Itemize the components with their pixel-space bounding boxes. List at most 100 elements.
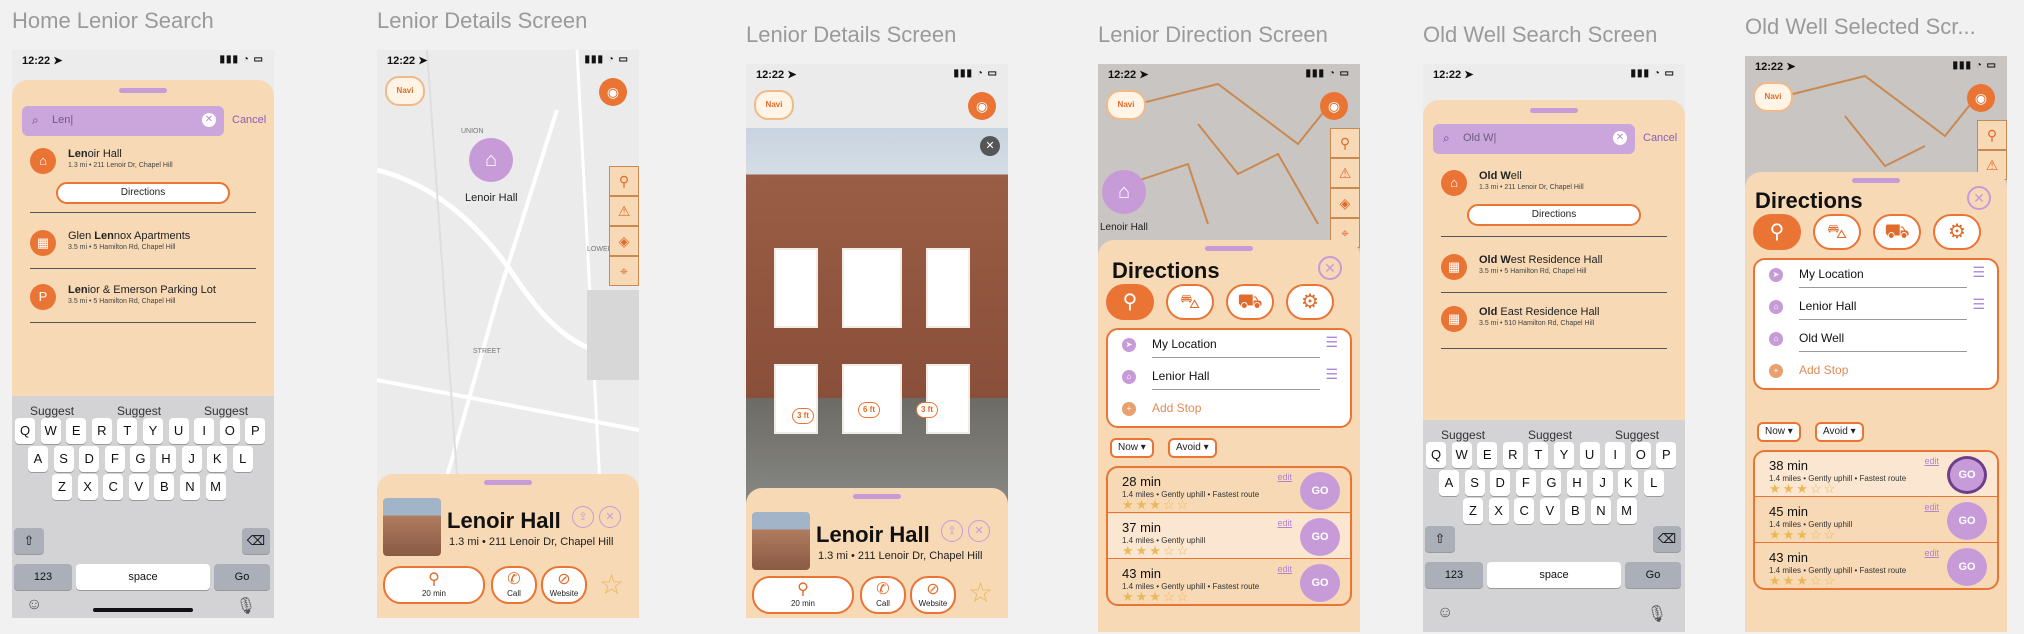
sheet-handle[interactable] (1852, 178, 1900, 183)
key-d[interactable]: D (1490, 470, 1511, 496)
space-key[interactable]: space (76, 564, 210, 590)
avoid-dropdown[interactable]: Avoid ▾ (1168, 438, 1217, 458)
emoji-icon[interactable]: ☺ (26, 596, 42, 614)
website-button[interactable]: ⊘ Website (541, 566, 587, 604)
key-i[interactable]: I (194, 418, 215, 444)
edit-link[interactable]: edit (1924, 548, 1939, 558)
key-r[interactable]: R (91, 418, 112, 444)
edit-link[interactable]: edit (1924, 502, 1939, 512)
time-dropdown[interactable]: Now ▾ (1757, 422, 1801, 442)
key-x[interactable]: X (77, 474, 98, 500)
go-button[interactable]: GO (1300, 518, 1340, 556)
key-d[interactable]: D (79, 446, 100, 472)
list-item[interactable]: ⌂ Lenoir Hall 1.3 mi • 211 Lenoir Dr, Ch… (30, 148, 256, 178)
route-option[interactable]: 38 min 1.4 miles • Gently uphill • Faste… (1755, 452, 1997, 497)
key-c[interactable]: C (103, 474, 124, 500)
walk-mode-button[interactable]: ⚲ (1753, 214, 1801, 250)
edit-link[interactable]: edit (1277, 472, 1292, 482)
route-option[interactable]: 28 min 1.4 miles • Gently uphill • Faste… (1108, 468, 1350, 513)
key-e[interactable]: E (1477, 442, 1498, 468)
clear-icon[interactable]: ✕ (202, 113, 216, 127)
close-icon[interactable]: ✕ (1318, 256, 1342, 280)
add-stop-button[interactable]: Add Stop (1152, 396, 1320, 422)
go-key[interactable]: Go (214, 564, 270, 590)
list-item[interactable]: ⌂ Old Well 1.3 mi • 211 Lenoir Dr, Chape… (1441, 170, 1667, 200)
key-l[interactable]: L (1643, 470, 1664, 496)
sheet-handle[interactable] (1530, 108, 1578, 113)
walk-icon[interactable]: ⚲ (1330, 128, 1360, 158)
bus-mode-button[interactable]: ⛟ (1873, 214, 1921, 250)
building-pin-icon[interactable]: ⌂ (1102, 170, 1146, 214)
profile-icon[interactable]: ◉ (1320, 92, 1348, 120)
go-button[interactable]: GO (1300, 564, 1340, 602)
microphone-icon[interactable]: 🎙 (1647, 604, 1667, 624)
profile-icon[interactable]: ◉ (968, 92, 996, 120)
suggestion[interactable]: Suggest (204, 404, 248, 418)
reorder-icon[interactable]: ☰ (1325, 366, 1338, 383)
list-item[interactable]: ▦ Old East Residence Hall 3.5 mi • 510 H… (1441, 306, 1667, 336)
stop-row[interactable]: Old Well (1799, 326, 1967, 352)
list-item[interactable]: P Lenior & Emerson Parking Lot 3.5 mi • … (30, 284, 256, 314)
car-mode-button[interactable]: ⛍ (1813, 214, 1861, 250)
stop-row[interactable]: Lenior Hall (1152, 364, 1320, 390)
key-m[interactable]: M (205, 474, 226, 500)
share-icon[interactable]: ⇪ (572, 506, 594, 528)
route-option[interactable]: 43 min 1.4 miles • Gently uphill • Faste… (1755, 544, 1997, 588)
route-option[interactable]: 37 min 1.4 miles • Gently uphill ★★★☆☆ e… (1108, 514, 1350, 559)
key-h[interactable]: H (156, 446, 176, 472)
warning-icon[interactable]: ⚠ (1330, 158, 1360, 188)
suggestion[interactable]: Suggest (1615, 428, 1659, 442)
edit-link[interactable]: edit (1924, 456, 1939, 466)
go-button[interactable]: GO (1300, 472, 1340, 510)
bike-mode-button[interactable]: ⚙ (1286, 284, 1334, 320)
walk-icon[interactable]: ⚲ (1977, 120, 2007, 150)
profile-icon[interactable]: ◉ (599, 78, 627, 106)
suggestion[interactable]: Suggest (1441, 428, 1485, 442)
key-l[interactable]: L (232, 446, 253, 472)
search-input[interactable]: ⌕ Old W| ✕ (1433, 124, 1635, 154)
sheet-handle[interactable] (853, 494, 901, 499)
suggestion[interactable]: Suggest (117, 404, 161, 418)
go-button[interactable]: GO (1947, 456, 1987, 494)
numbers-key[interactable]: 123 (14, 564, 72, 590)
clear-icon[interactable]: ✕ (1613, 131, 1627, 145)
key-g[interactable]: G (130, 446, 151, 472)
go-key[interactable]: Go (1625, 562, 1681, 588)
key-p[interactable]: P (1656, 442, 1677, 468)
shift-key[interactable]: ⇧ (14, 528, 44, 554)
walk-time-button[interactable]: ⚲ 20 min (752, 576, 854, 614)
key-f[interactable]: F (1515, 470, 1536, 496)
key-k[interactable]: K (207, 446, 228, 472)
microphone-icon[interactable]: 🎙 (236, 596, 256, 616)
key-z[interactable]: Z (1463, 498, 1483, 524)
bus-mode-button[interactable]: ⛟ (1226, 284, 1274, 320)
place-thumbnail[interactable] (752, 512, 810, 570)
key-f[interactable]: F (104, 446, 125, 472)
go-button[interactable]: GO (1947, 548, 1987, 586)
call-button[interactable]: ✆ Call (491, 566, 537, 604)
key-q[interactable]: Q (1426, 442, 1446, 468)
key-z[interactable]: Z (52, 474, 72, 500)
key-v[interactable]: V (128, 474, 149, 500)
walk-time-button[interactable]: ⚲ 20 min (383, 566, 485, 604)
search-input[interactable]: ⌕ Len| ✕ (22, 106, 224, 136)
key-s[interactable]: S (1464, 470, 1485, 496)
key-j[interactable]: J (181, 446, 202, 472)
avoid-dropdown[interactable]: Avoid ▾ (1815, 422, 1864, 442)
key-e[interactable]: E (66, 418, 87, 444)
numbers-key[interactable]: 123 (1425, 562, 1483, 588)
directions-button[interactable]: Directions (1467, 204, 1641, 226)
layers-icon[interactable]: ◈ (1330, 188, 1360, 218)
sheet-handle[interactable] (1205, 246, 1253, 251)
key-x[interactable]: X (1488, 498, 1509, 524)
close-icon[interactable]: ✕ (599, 506, 621, 528)
key-w[interactable]: W (1451, 442, 1472, 468)
key-y[interactable]: Y (1554, 442, 1574, 468)
close-icon[interactable]: ✕ (968, 520, 990, 542)
edit-link[interactable]: edit (1277, 564, 1292, 574)
walk-mode-button[interactable]: ⚲ (1106, 284, 1154, 320)
website-button[interactable]: ⊘ Website (910, 576, 956, 614)
key-i[interactable]: I (1605, 442, 1626, 468)
reorder-icon[interactable]: ☰ (1972, 296, 1985, 313)
key-t[interactable]: T (117, 418, 138, 444)
